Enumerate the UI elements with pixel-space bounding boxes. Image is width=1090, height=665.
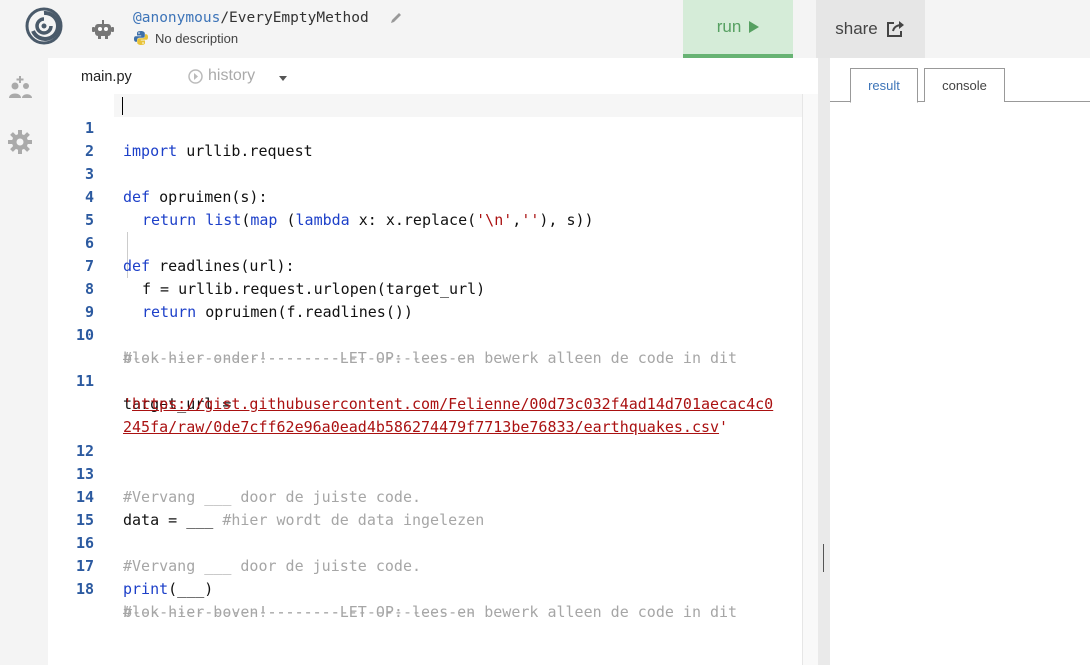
code-line: 12 [48, 417, 102, 460]
editor-panel: main.py history 1 import urllib.request … [48, 58, 818, 665]
code-token: def [123, 188, 151, 206]
play-icon [749, 21, 760, 33]
code-token: list [205, 211, 242, 229]
code-line: 15 [48, 486, 102, 529]
chevron-down-icon[interactable] [279, 76, 287, 81]
tab-console[interactable]: console [924, 68, 1005, 102]
code-token: lambda [295, 211, 350, 229]
code-token: map [250, 211, 278, 229]
code-comment: blok hier onder!----------------------- [123, 349, 476, 367]
code-line: 5 [48, 186, 102, 229]
code-line: 17 print(___) [48, 532, 213, 598]
code-line: 10 #-----------------------LET OP: lees … [48, 301, 737, 367]
active-line-highlight [114, 94, 802, 117]
tab-main-py[interactable]: main.py [81, 69, 132, 85]
url-link[interactable]: 245fa/raw/0de7cff62e96a0ead4b586274479f7… [123, 418, 719, 436]
code-line: 11 target_url = [48, 347, 231, 413]
code-token: ' [719, 418, 729, 436]
code-token: (___) [168, 580, 214, 598]
code-line: 4 return list(map (lambda x: x.replace('… [48, 163, 594, 229]
code-line-wrap: blok hier boven!----------------------- [48, 578, 475, 621]
editor-scrollbar[interactable] [802, 94, 818, 665]
text-cursor [122, 97, 123, 115]
left-sidebar [0, 58, 48, 665]
run-label: run [716, 17, 742, 36]
path-separator: / [220, 10, 230, 26]
code-token: readlines(url): [150, 257, 295, 275]
code-comment: blok hier boven!----------------------- [123, 603, 476, 621]
code-token: '\n' [476, 211, 513, 229]
repl-name[interactable]: EveryEmptyMethod [229, 10, 369, 26]
code-line-wrap: blok hier onder!----------------------- [48, 324, 475, 367]
code-line: 18 #-----------------------LET OP: lees … [48, 555, 737, 621]
repl-description[interactable]: No description [155, 31, 238, 46]
repl-logo-icon[interactable] [25, 7, 63, 45]
code-token: , [512, 211, 522, 229]
code-token: return [142, 211, 197, 229]
gear-icon[interactable] [6, 128, 34, 156]
share-button[interactable]: share [816, 0, 925, 58]
repl-path: @anonymous/EveryEmptyMethod [133, 10, 369, 26]
code-line: 2 [48, 117, 102, 160]
code-line: 1 import urllib.request [48, 94, 313, 160]
code-line: 7 f = urllib.request.urlopen(target_url) [48, 232, 485, 298]
code-line-wrap: 'https://gist.githubusercontent.com/Feli… [48, 370, 773, 413]
description-row: No description [133, 30, 238, 46]
code-comment: #Vervang ___ door de juiste code. [123, 557, 422, 575]
file-tabs: main.py history [48, 58, 818, 94]
panel-resize-handle[interactable] [818, 58, 830, 665]
code-token: ' [123, 395, 133, 413]
code-editor[interactable]: 1 import urllib.request 2 3 def opruimen… [48, 94, 802, 665]
code-token: x: x.replace( [349, 211, 477, 229]
code-line: 8 return opruimen(f.readlines()) [48, 255, 413, 321]
run-button[interactable]: run [683, 0, 793, 58]
code-token: def [123, 257, 151, 275]
code-token: import [123, 142, 178, 160]
owner-link[interactable]: @anonymous [133, 10, 220, 26]
pencil-icon[interactable] [389, 11, 403, 25]
code-token: opruimen(s): [150, 188, 268, 206]
history-icon [188, 68, 203, 84]
robot-avatar-icon[interactable] [91, 17, 115, 41]
code-token: return [142, 303, 197, 321]
code-token: opruimen(f.readlines()) [196, 303, 413, 321]
code-line-wrap: 245fa/raw/0de7cff62e96a0ead4b586274479f7… [48, 393, 728, 436]
tab-history[interactable]: history [187, 67, 255, 85]
share-icon [886, 21, 904, 37]
url-link[interactable]: https://gist.githubusercontent.com/Felie… [132, 395, 773, 413]
history-label: history [208, 67, 256, 84]
code-token: '' [521, 211, 540, 229]
code-line: 16 #Vervang ___ door de juiste code. [48, 509, 421, 575]
output-panel: result console [830, 58, 1090, 665]
code-comment: #hier wordt de data ingelezen [222, 511, 485, 529]
top-bar: @anonymous/EveryEmptyMethod No descripti… [0, 0, 1090, 58]
code-line: 3 def opruimen(s): [48, 140, 268, 206]
python-icon [134, 31, 148, 45]
add-user-icon[interactable] [6, 74, 34, 102]
code-line: 14 data = ___ #hier wordt de data ingele… [48, 463, 484, 529]
code-token: ), s)) [539, 211, 594, 229]
code-token: data = ___ [123, 511, 223, 529]
code-line: 13 #Vervang ___ door de juiste code. [48, 440, 421, 506]
resize-grip[interactable] [823, 544, 824, 572]
code-token: f = urllib.request.urlopen(target_url) [142, 280, 486, 298]
code-token: ( [277, 211, 296, 229]
code-comment: #Vervang ___ door de juiste code. [123, 488, 422, 506]
code-token: print [123, 580, 169, 598]
share-label: share [835, 19, 878, 38]
output-tabs: result console [830, 68, 1090, 103]
code-token: urllib.request [177, 142, 313, 160]
tab-result[interactable]: result [850, 68, 918, 103]
code-line: 9 [48, 278, 102, 321]
code-line: 6 def readlines(url): [48, 209, 295, 275]
